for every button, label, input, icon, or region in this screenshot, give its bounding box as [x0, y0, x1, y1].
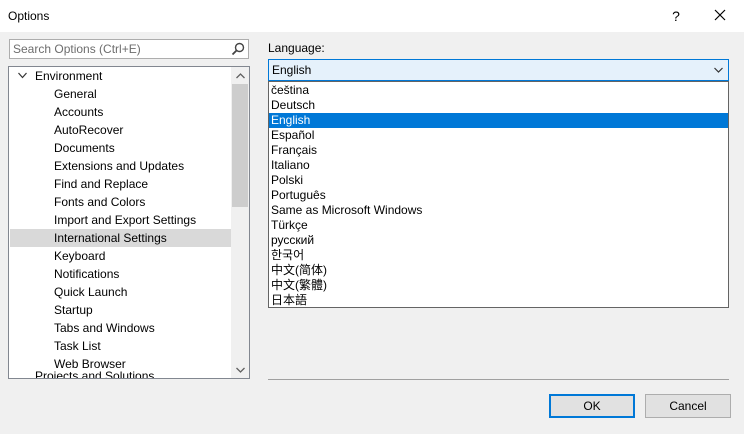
language-select[interactable]: English — [268, 59, 729, 81]
search-input[interactable] — [13, 41, 223, 57]
language-option[interactable]: 中文(简体) — [269, 263, 728, 278]
tree-item-label: Quick Launch — [54, 285, 128, 299]
tree-item-notifications[interactable]: Notifications — [10, 265, 231, 283]
tree-items: Environment General Accounts AutoRecover… — [9, 67, 231, 378]
language-label: Language: — [268, 41, 325, 55]
language-select-value: English — [272, 63, 312, 77]
tree-item-label: Import and Export Settings — [54, 213, 197, 227]
language-option[interactable]: Türkçe — [269, 218, 728, 233]
scroll-up-button[interactable] — [231, 67, 249, 84]
tree-node-label: Environment — [35, 69, 103, 83]
chevron-down-icon — [714, 67, 723, 73]
tree-item-fonts-colors[interactable]: Fonts and Colors — [10, 193, 231, 211]
close-icon — [714, 9, 726, 21]
chevron-down-icon — [235, 367, 245, 373]
language-option[interactable]: 日本語 — [269, 293, 728, 308]
tree-item-label: Documents — [54, 141, 115, 155]
language-option-selected[interactable]: English — [269, 113, 728, 128]
scroll-down-button[interactable] — [231, 361, 249, 378]
tree-item-startup[interactable]: Startup — [10, 301, 231, 319]
language-option[interactable]: 한국어 — [269, 248, 728, 263]
language-option[interactable]: русский — [269, 233, 728, 248]
language-option[interactable]: Same as Microsoft Windows — [269, 203, 728, 218]
caret-down-icon[interactable] — [18, 72, 27, 79]
tree-item-find-replace[interactable]: Find and Replace — [10, 175, 231, 193]
title-bar: Options ? — [0, 0, 744, 32]
cancel-button[interactable]: Cancel — [645, 394, 731, 418]
tree-item-label: AutoRecover — [54, 123, 124, 137]
ok-button[interactable]: OK — [549, 394, 635, 418]
tree-item-label: Task List — [54, 339, 101, 353]
tree-item-label: Notifications — [54, 267, 120, 281]
language-option[interactable]: Français — [269, 143, 728, 158]
tree-item-label: Extensions and Updates — [54, 159, 185, 173]
language-option[interactable]: Português — [269, 188, 728, 203]
tree-item-label: Startup — [54, 303, 93, 317]
language-option[interactable]: Polski — [269, 173, 728, 188]
tree-item-label: General — [54, 87, 97, 101]
tree-item-label: Fonts and Colors — [54, 195, 146, 209]
tree-item-import-export[interactable]: Import and Export Settings — [10, 211, 231, 229]
search-box[interactable] — [9, 39, 249, 59]
help-button[interactable]: ? — [664, 4, 688, 28]
tree-item-label: International Settings — [54, 231, 167, 245]
tree-node-partial[interactable]: Projects and Solutions — [35, 369, 154, 378]
language-option[interactable]: Italiano — [269, 158, 728, 173]
language-option[interactable]: Deutsch — [269, 98, 728, 113]
chevron-up-icon — [235, 73, 245, 79]
tree-item-task-list[interactable]: Task List — [10, 337, 231, 355]
tree-item-international-settings[interactable]: International Settings — [10, 229, 231, 247]
tree-node-environment[interactable]: Environment — [10, 67, 231, 85]
tree-item-general[interactable]: General — [10, 85, 231, 103]
divider — [268, 379, 729, 380]
tree-item-keyboard[interactable]: Keyboard — [10, 247, 231, 265]
tree-item-quick-launch[interactable]: Quick Launch — [10, 283, 231, 301]
tree-item-label: Keyboard — [54, 249, 106, 263]
language-option[interactable]: 中文(繁體) — [269, 278, 728, 293]
tree-item-autorecover[interactable]: AutoRecover — [10, 121, 231, 139]
tree-item-label: Tabs and Windows — [54, 321, 155, 335]
tree-item-label: Accounts — [54, 105, 104, 119]
language-option[interactable]: čeština — [269, 83, 728, 98]
search-icon[interactable] — [231, 42, 245, 56]
tree-item-tabs-windows[interactable]: Tabs and Windows — [10, 319, 231, 337]
tree-item-accounts[interactable]: Accounts — [10, 103, 231, 121]
window-title: Options — [8, 9, 50, 23]
tree-item-documents[interactable]: Documents — [10, 139, 231, 157]
tree-item-label: Find and Replace — [54, 177, 149, 191]
tree-scrollbar[interactable] — [231, 67, 249, 378]
language-option[interactable]: Español — [269, 128, 728, 143]
options-tree[interactable]: Environment General Accounts AutoRecover… — [8, 66, 250, 379]
close-button[interactable] — [708, 4, 732, 28]
language-dropdown-list[interactable]: čeština Deutsch English Español Français… — [268, 81, 729, 308]
tree-item-extensions[interactable]: Extensions and Updates — [10, 157, 231, 175]
scroll-thumb[interactable] — [232, 84, 248, 207]
